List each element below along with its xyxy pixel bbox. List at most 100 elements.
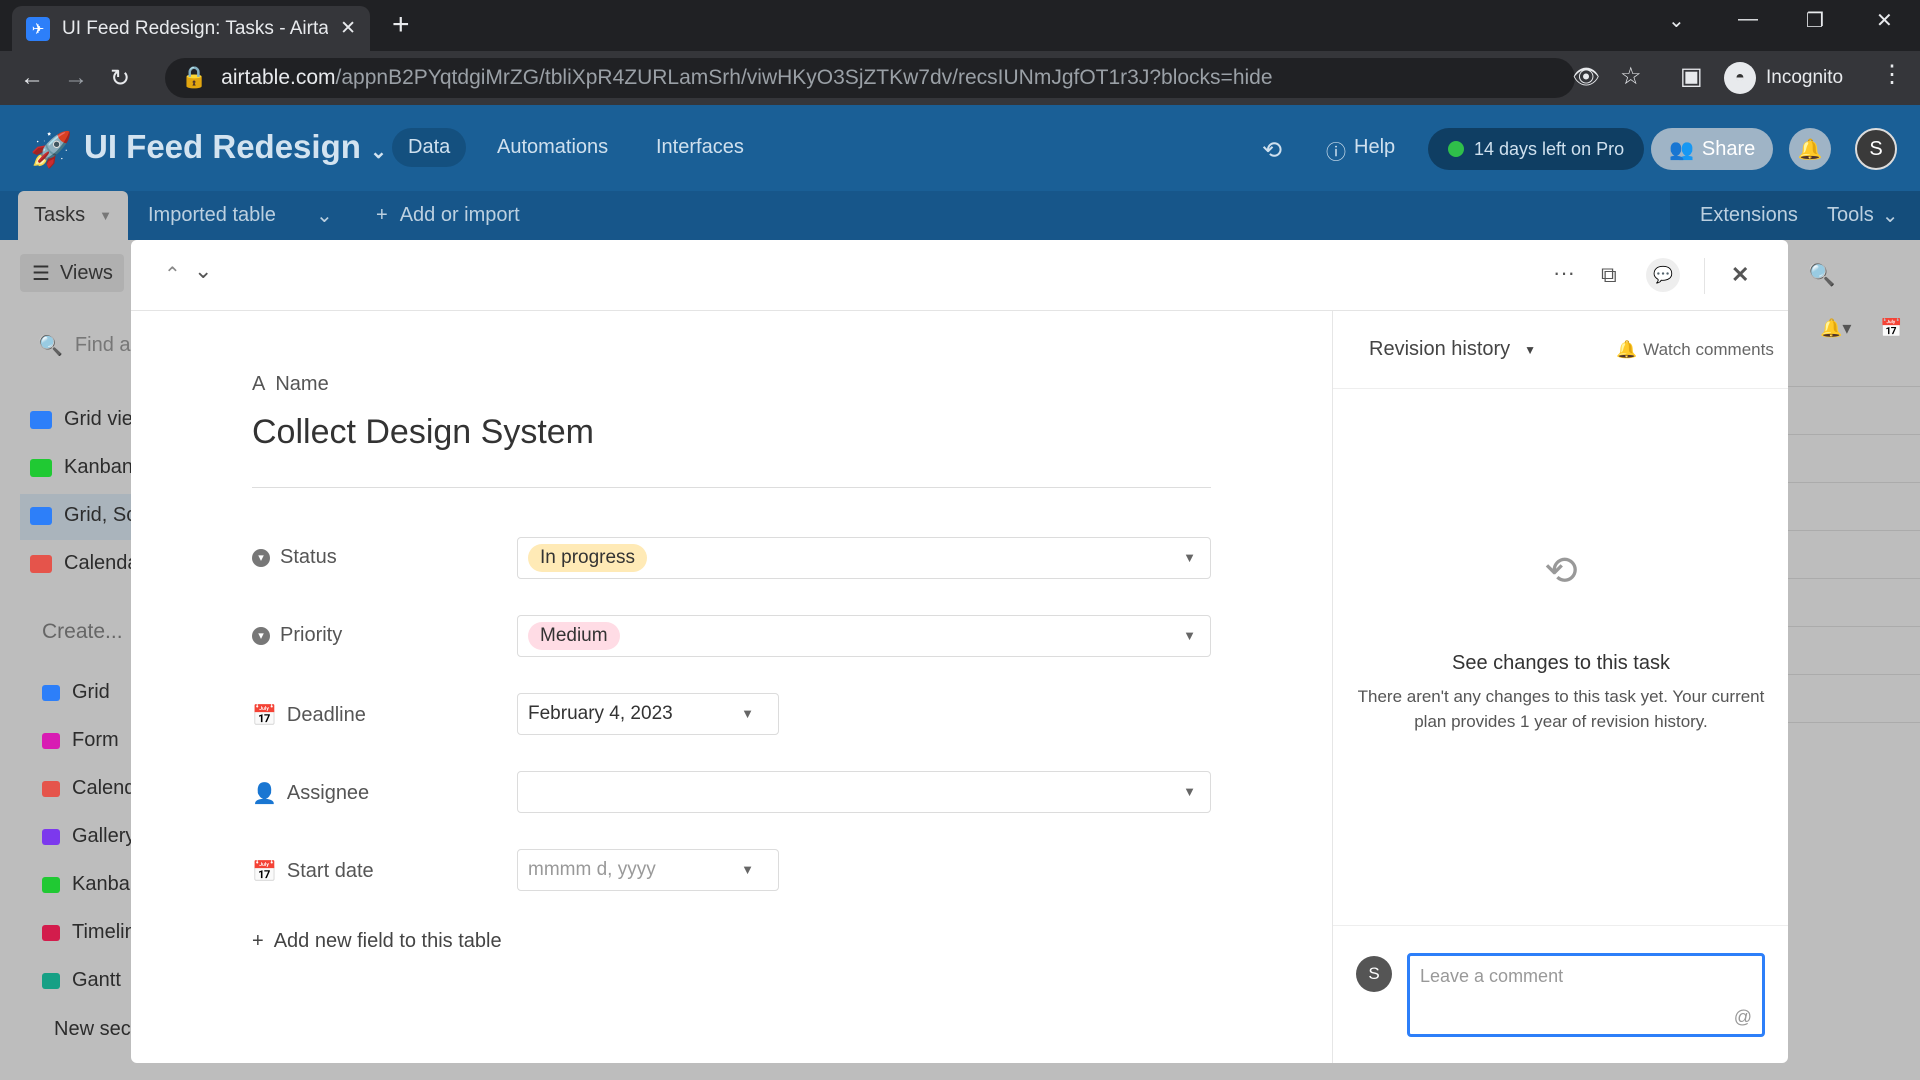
comment-input[interactable]: Leave a comment @ bbox=[1407, 953, 1765, 1037]
caret-down-icon: ▼ bbox=[1183, 628, 1196, 643]
minimize-button[interactable]: — bbox=[1738, 8, 1758, 31]
create-view-item[interactable]: Gallery bbox=[42, 825, 135, 848]
previous-record-icon[interactable]: ⌃ bbox=[164, 262, 181, 287]
avatar: S bbox=[1356, 956, 1392, 992]
nav-interfaces[interactable]: Interfaces bbox=[640, 128, 760, 167]
incognito-badge[interactable]: ◓ Incognito bbox=[1724, 60, 1843, 96]
sidebar-view-item[interactable]: Grid view bbox=[30, 408, 147, 431]
table-bar bbox=[0, 191, 1920, 240]
reload-icon[interactable]: ↻ bbox=[98, 64, 142, 93]
tracking-icon[interactable]: 👁 bbox=[1572, 64, 1600, 90]
bell-icon[interactable]: 🔔▾ bbox=[1820, 318, 1851, 339]
sidepanel-icon[interactable]: ▣ bbox=[1680, 62, 1703, 91]
view-type-icon bbox=[42, 972, 60, 989]
calendar-icon[interactable]: 📅 bbox=[1880, 318, 1902, 339]
more-options-icon[interactable]: ··· bbox=[1553, 260, 1575, 286]
create-view-item[interactable]: Kanban bbox=[42, 873, 141, 896]
watch-comments-button[interactable]: 🔔 Watch comments bbox=[1616, 340, 1774, 360]
back-icon[interactable]: ← bbox=[10, 64, 54, 92]
grid-row-line bbox=[1788, 482, 1920, 483]
divider bbox=[1333, 925, 1788, 926]
table-tab-imported[interactable]: Imported table bbox=[148, 191, 276, 240]
base-name[interactable]: UI Feed Redesign ⌄ bbox=[84, 128, 387, 166]
record-modal: ⌃ ⌄ ··· ⧉ 💬 ✕ A Name Collect Design Syste… bbox=[131, 240, 1788, 1063]
next-record-icon[interactable]: ⌄ bbox=[194, 258, 212, 284]
add-field-button[interactable]: + Add new field to this table bbox=[252, 930, 502, 953]
lock-icon: 🔒 bbox=[181, 66, 208, 89]
plus-icon: + bbox=[252, 930, 264, 952]
notifications-icon[interactable]: 🔔 bbox=[1789, 128, 1831, 170]
users-icon: 👥 bbox=[1669, 138, 1694, 161]
tab-search-icon[interactable]: ⌄ bbox=[1668, 8, 1685, 33]
url-host: airtable.com bbox=[221, 66, 336, 89]
grid-row-line bbox=[1788, 722, 1920, 723]
avatar[interactable]: S bbox=[1855, 128, 1897, 170]
grid-row-line bbox=[1788, 386, 1920, 387]
profile-label: Incognito bbox=[1766, 67, 1844, 88]
sidebar-view-item[interactable]: Calendar bbox=[30, 552, 145, 575]
plus-icon: + bbox=[376, 204, 388, 226]
views-button[interactable]: ☰ Views bbox=[20, 254, 124, 292]
views-sidebar bbox=[0, 240, 131, 1080]
url-input[interactable]: 🔒 airtable.com/appnB2PYqtdgiMrZG/tbliXpR… bbox=[165, 58, 1575, 98]
view-type-icon bbox=[42, 684, 60, 701]
search-icon: 🔍 bbox=[38, 335, 63, 357]
search-icon[interactable]: 🔍 bbox=[1808, 262, 1835, 288]
close-icon[interactable]: ✕ bbox=[1731, 262, 1749, 288]
assignee-select[interactable]: ▼ bbox=[517, 771, 1211, 813]
comments-icon[interactable]: 💬 bbox=[1646, 258, 1680, 292]
share-button[interactable]: 👥 Share bbox=[1651, 128, 1774, 170]
tables-dropdown-icon[interactable]: ⌄ bbox=[316, 191, 333, 240]
grid-row-line bbox=[1788, 674, 1920, 675]
status-select[interactable]: In progress ▼ bbox=[517, 537, 1211, 579]
expand-icon[interactable]: ⧉ bbox=[1601, 262, 1617, 288]
start-date-input[interactable]: mmmm d, yyyy ▼ bbox=[517, 849, 779, 891]
extensions-button[interactable]: Extensions bbox=[1700, 191, 1798, 240]
trial-text: 14 days left on Pro bbox=[1474, 138, 1625, 159]
divider bbox=[1704, 258, 1705, 294]
star-icon[interactable]: ☆ bbox=[1620, 62, 1642, 91]
caret-down-icon: ▼ bbox=[1524, 343, 1537, 357]
browser-tab[interactable]: ✈ UI Feed Redesign: Tasks - Airtable ✕ bbox=[12, 6, 370, 51]
text-field-icon: A bbox=[252, 373, 266, 395]
tab-title: UI Feed Redesign: Tasks - Airtable bbox=[62, 17, 329, 39]
rocket-logo-icon: 🚀 bbox=[30, 131, 73, 169]
deadline-input[interactable]: February 4, 2023 ▼ bbox=[517, 693, 779, 735]
close-window-button[interactable]: ✕ bbox=[1876, 8, 1893, 33]
grid-background bbox=[1788, 240, 1920, 1080]
sidebar-view-item[interactable]: Kanban bbox=[30, 456, 133, 479]
new-tab-button[interactable]: + bbox=[392, 8, 410, 42]
sidebar-view-item[interactable]: Grid, Sc bbox=[30, 504, 136, 527]
nav-automations[interactable]: Automations bbox=[481, 128, 624, 167]
caret-down-icon: ▼ bbox=[1183, 550, 1196, 565]
revision-history-dropdown[interactable]: Revision history ▼ bbox=[1369, 338, 1536, 361]
nav-data[interactable]: Data bbox=[392, 128, 467, 167]
help-button[interactable]: ⓘ Help bbox=[1326, 136, 1395, 165]
empty-title: See changes to this task bbox=[1452, 652, 1670, 674]
maximize-button[interactable]: ❐ bbox=[1806, 8, 1824, 33]
create-view-item[interactable]: Grid bbox=[42, 681, 110, 704]
bell-icon: 🔔 bbox=[1616, 340, 1638, 359]
dropdown-label: Revision history bbox=[1369, 338, 1511, 360]
table-tab-tasks[interactable]: Tasks ▼ bbox=[18, 191, 128, 240]
create-view-item[interactable]: Gantt bbox=[42, 969, 121, 992]
status-label: ▾ Status bbox=[252, 546, 337, 569]
label-text: Priority bbox=[280, 624, 343, 646]
close-tab-icon[interactable]: ✕ bbox=[340, 17, 356, 40]
start-date-label: 📅 Start date bbox=[252, 859, 374, 884]
browser-menu-icon[interactable]: ⋮ bbox=[1880, 60, 1904, 89]
modal-header bbox=[131, 240, 1788, 311]
create-label: Gallery bbox=[72, 825, 136, 847]
create-view-item[interactable]: Form bbox=[42, 729, 119, 752]
grid-row-line bbox=[1788, 434, 1920, 435]
trial-badge[interactable]: 14 days left on Pro bbox=[1428, 128, 1645, 170]
record-name[interactable]: Collect Design System bbox=[252, 413, 594, 452]
divider bbox=[1333, 388, 1788, 389]
tools-label: Tools bbox=[1827, 204, 1874, 226]
forward-icon[interactable]: → bbox=[54, 64, 98, 92]
tools-button[interactable]: Tools ⌄ bbox=[1827, 191, 1898, 240]
add-or-import-button[interactable]: + Add or import bbox=[376, 191, 520, 240]
history-icon[interactable]: ⟲ bbox=[1262, 136, 1282, 165]
priority-select[interactable]: Medium ▼ bbox=[517, 615, 1211, 657]
mention-icon[interactable]: @ bbox=[1734, 1007, 1752, 1028]
